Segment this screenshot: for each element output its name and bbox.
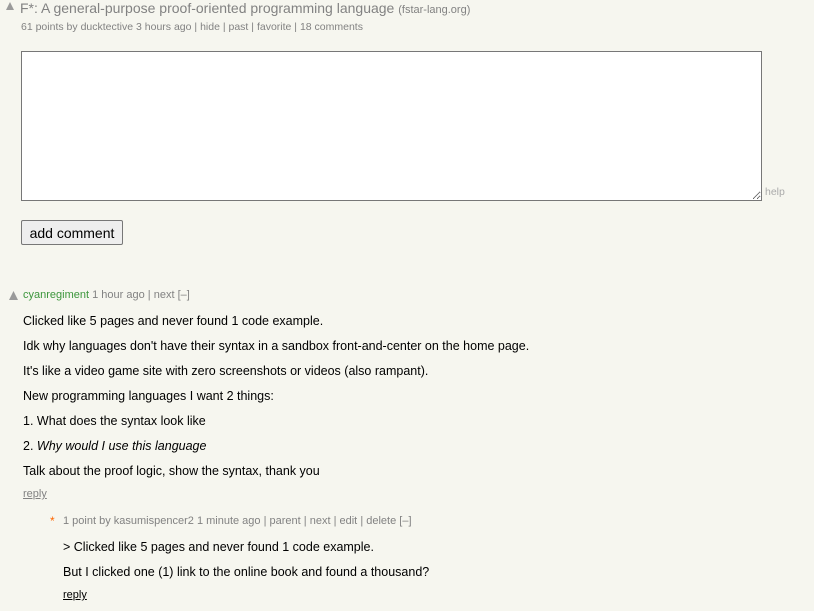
separator: | [294, 21, 298, 33]
story-by-label: by [66, 21, 78, 33]
add-comment-button[interactable]: add comment [21, 220, 123, 245]
favorite-link[interactable]: favorite [257, 21, 291, 33]
separator: | [222, 21, 226, 33]
help-link[interactable]: help [765, 186, 785, 198]
delete-link[interactable]: delete [366, 515, 396, 527]
emphasized-text: Why would I use this language [36, 439, 207, 453]
story-site-link[interactable]: (fstar-lang.org) [398, 4, 470, 16]
comment-text-line: Clicked like 5 pages and never found 1 c… [23, 314, 324, 328]
comment-text-line: 1. What does the syntax look like [23, 414, 206, 428]
upvote-arrow-icon[interactable] [9, 291, 18, 300]
comment-header: cyanregiment 1 hour ago | next [–] [23, 289, 190, 301]
comment-user-link[interactable]: kasumispencer2 [114, 515, 194, 527]
separator: | [263, 515, 267, 527]
comment-by-label: by [99, 515, 111, 527]
reply-link[interactable]: reply [63, 589, 87, 601]
story-title-link[interactable]: F*: A general-purpose proof-oriented pro… [20, 0, 394, 16]
comment-text-line: 2. Why would I use this language [23, 439, 206, 453]
next-link[interactable]: next [310, 515, 331, 527]
comment-header: 1 point by kasumispencer2 1 minute ago |… [63, 515, 412, 527]
comments-link[interactable]: 18 comments [300, 21, 363, 33]
separator: | [147, 289, 151, 301]
comment-age-link[interactable]: 1 hour ago [92, 289, 145, 301]
next-link[interactable]: next [154, 289, 175, 301]
story-title-line: F*: A general-purpose proof-oriented pro… [20, 0, 470, 16]
story-subline: 61 points by ducktective 3 hours ago | h… [21, 21, 363, 33]
upvote-arrow-icon[interactable] [6, 2, 14, 10]
story-user-link[interactable]: ducktective [81, 21, 134, 33]
separator: | [194, 21, 198, 33]
collapse-toggle[interactable]: [–] [178, 289, 190, 301]
comment-age-link[interactable]: 1 minute ago [197, 515, 261, 527]
comment-text-line: It's like a video game site with zero sc… [23, 364, 429, 378]
past-link[interactable]: past [229, 21, 249, 33]
separator: | [360, 515, 364, 527]
parent-link[interactable]: parent [270, 515, 301, 527]
list-number: 2. [23, 439, 37, 453]
reply-link[interactable]: reply [23, 488, 47, 500]
separator: | [251, 21, 255, 33]
story-age-link[interactable]: 3 hours ago [136, 21, 191, 33]
separator: | [303, 515, 307, 527]
collapse-toggle[interactable]: [–] [399, 515, 411, 527]
comment-text-line: > Clicked like 5 pages and never found 1… [63, 540, 374, 554]
comment-user-link[interactable]: cyanregiment [23, 289, 89, 301]
comment-textarea[interactable] [21, 51, 762, 201]
separator: | [333, 515, 337, 527]
comment-text-line: New programming languages I want 2 thing… [23, 389, 274, 403]
story-points: 61 points [21, 21, 64, 33]
comment-points: 1 point [63, 515, 97, 527]
comment-text-line: Talk about the proof logic, show the syn… [23, 464, 320, 478]
edit-link[interactable]: edit [340, 515, 358, 527]
own-comment-star-icon: * [50, 514, 55, 528]
comment-text-line: Idk why languages don't have their synta… [23, 339, 530, 353]
hide-link[interactable]: hide [200, 21, 220, 33]
comment-text-line: But I clicked one (1) link to the online… [63, 565, 430, 579]
